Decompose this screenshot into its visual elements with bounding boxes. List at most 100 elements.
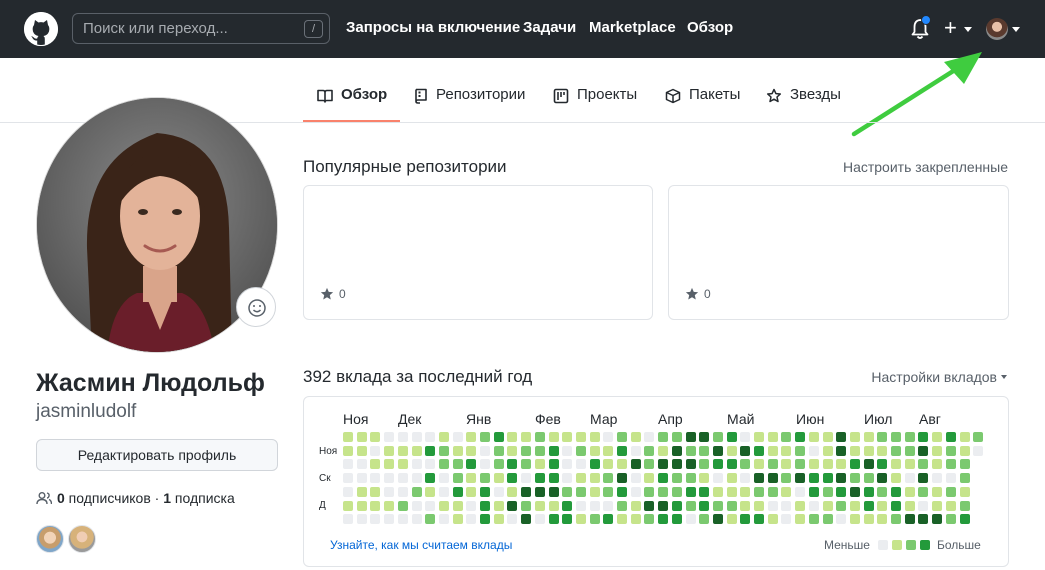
contribution-day[interactable]: [397, 486, 408, 497]
contribution-day[interactable]: [466, 500, 477, 511]
contribution-day[interactable]: [343, 432, 353, 442]
contribution-day[interactable]: [370, 514, 381, 525]
contribution-day[interactable]: [493, 473, 504, 484]
contribution-day[interactable]: [836, 432, 847, 442]
contribution-day[interactable]: [863, 473, 874, 484]
contribution-day[interactable]: [438, 514, 449, 525]
contribution-day[interactable]: [685, 459, 696, 470]
contribution-day[interactable]: [644, 473, 655, 484]
contribution-day[interactable]: [370, 445, 381, 456]
contribution-day[interactable]: [877, 432, 888, 442]
contribution-day[interactable]: [808, 500, 819, 511]
nav-pull-requests[interactable]: Запросы на включение: [346, 19, 520, 36]
contribution-day[interactable]: [932, 514, 943, 525]
contribution-day[interactable]: [699, 445, 710, 456]
contribution-day[interactable]: [754, 514, 764, 525]
contribution-day[interactable]: [493, 486, 504, 497]
contribution-day[interactable]: [466, 486, 477, 497]
contribution-day[interactable]: [904, 445, 915, 456]
contribution-day[interactable]: [849, 500, 860, 511]
contribution-day[interactable]: [726, 473, 737, 484]
contribution-day[interactable]: [644, 500, 655, 511]
contribution-day[interactable]: [480, 500, 490, 511]
contribution-day[interactable]: [617, 500, 627, 511]
contribution-day[interactable]: [726, 514, 737, 525]
contribution-day[interactable]: [740, 432, 751, 442]
contribution-day[interactable]: [959, 473, 970, 484]
contribution-day[interactable]: [425, 473, 436, 484]
contribution-day[interactable]: [891, 432, 901, 442]
contribution-day[interactable]: [671, 486, 682, 497]
contribution-day[interactable]: [343, 486, 353, 497]
contribution-day[interactable]: [822, 432, 833, 442]
contribution-day[interactable]: [932, 459, 943, 470]
contribution-day[interactable]: [822, 500, 833, 511]
contribution-day[interactable]: [822, 473, 833, 484]
contribution-day[interactable]: [630, 486, 641, 497]
contribution-day[interactable]: [863, 500, 874, 511]
contribution-day[interactable]: [671, 459, 682, 470]
contribution-day[interactable]: [384, 500, 395, 511]
contribution-day[interactable]: [575, 486, 586, 497]
contribution-day[interactable]: [849, 486, 860, 497]
contribution-day[interactable]: [411, 500, 422, 511]
contribution-day[interactable]: [726, 500, 737, 511]
contribution-day[interactable]: [521, 432, 532, 442]
contribution-day[interactable]: [425, 486, 436, 497]
user-caret-icon[interactable]: [1012, 27, 1020, 32]
contribution-day[interactable]: [397, 445, 408, 456]
contribution-day[interactable]: [904, 486, 915, 497]
contribution-day[interactable]: [630, 459, 641, 470]
contribution-day[interactable]: [507, 486, 518, 497]
contribution-day[interactable]: [863, 486, 874, 497]
contribution-day[interactable]: [849, 473, 860, 484]
contribution-day[interactable]: [891, 445, 901, 456]
contribution-day[interactable]: [767, 432, 778, 442]
contribution-day[interactable]: [397, 500, 408, 511]
contribution-day[interactable]: [548, 445, 559, 456]
contribution-day[interactable]: [630, 500, 641, 511]
contribution-day[interactable]: [945, 445, 956, 456]
contribution-day[interactable]: [438, 459, 449, 470]
contribution-day[interactable]: [589, 486, 600, 497]
contribution-day[interactable]: [507, 514, 518, 525]
contribution-day[interactable]: [699, 486, 710, 497]
contribution-day[interactable]: [452, 459, 463, 470]
contribution-day[interactable]: [932, 486, 943, 497]
contribution-day[interactable]: [712, 459, 723, 470]
contribution-day[interactable]: [617, 432, 627, 442]
contribution-day[interactable]: [822, 514, 833, 525]
contribution-day[interactable]: [740, 486, 751, 497]
contribution-day[interactable]: [671, 473, 682, 484]
contribution-day[interactable]: [411, 486, 422, 497]
contribution-day[interactable]: [891, 459, 901, 470]
contribution-day[interactable]: [973, 432, 984, 442]
contribution-day[interactable]: [452, 486, 463, 497]
contribution-day[interactable]: [712, 445, 723, 456]
customize-pins-link[interactable]: Настроить закрепленные: [843, 159, 1008, 175]
contribution-day[interactable]: [808, 473, 819, 484]
contribution-day[interactable]: [548, 432, 559, 442]
contribution-day[interactable]: [836, 445, 847, 456]
contribution-day[interactable]: [891, 500, 901, 511]
contribution-day[interactable]: [548, 473, 559, 484]
contribution-day[interactable]: [507, 459, 518, 470]
contribution-day[interactable]: [534, 473, 545, 484]
contribution-day[interactable]: [945, 473, 956, 484]
contribution-day[interactable]: [603, 459, 614, 470]
contribution-day[interactable]: [918, 432, 929, 442]
tab-overview[interactable]: Обзор: [317, 86, 387, 122]
contribution-day[interactable]: [438, 500, 449, 511]
contribution-day[interactable]: [932, 473, 943, 484]
contribution-day[interactable]: [918, 445, 929, 456]
contribution-day[interactable]: [548, 514, 559, 525]
contribution-day[interactable]: [822, 459, 833, 470]
contribution-day[interactable]: [781, 500, 792, 511]
contribution-day[interactable]: [452, 514, 463, 525]
contribution-day[interactable]: [452, 432, 463, 442]
pinned-repo-card[interactable]: 0: [303, 185, 653, 320]
contribution-day[interactable]: [754, 445, 764, 456]
contribution-day[interactable]: [877, 500, 888, 511]
contribution-day[interactable]: [370, 486, 381, 497]
contribution-day[interactable]: [438, 445, 449, 456]
